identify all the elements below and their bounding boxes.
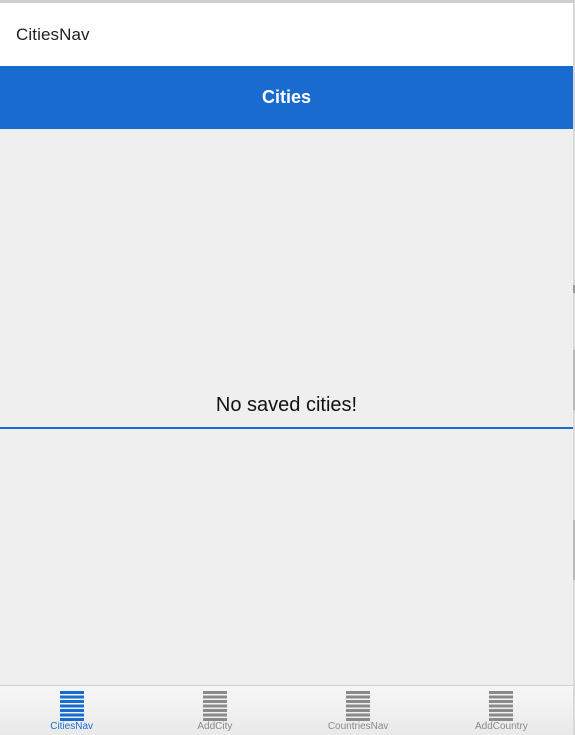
tab-label: CitiesNav: [50, 721, 94, 732]
list-icon: [489, 691, 514, 721]
top-bar-title: CitiesNav: [16, 25, 90, 44]
tab-label: AddCountry: [474, 721, 528, 732]
tab-label: CountriesNav: [327, 721, 389, 732]
list-icon: [202, 691, 227, 721]
tab-add-country[interactable]: AddCountry: [430, 686, 573, 735]
cities-content: No saved cities!: [0, 129, 573, 685]
tab-countries-nav[interactable]: CountriesNav: [287, 686, 430, 735]
header-title: Cities: [261, 87, 312, 107]
list-icon: [346, 691, 371, 721]
top-navigation-bar: CitiesNav: [0, 3, 573, 67]
bottom-tab-bar: CitiesNav AddCity CountriesNav AddCountr…: [0, 685, 573, 735]
tab-cities-nav[interactable]: CitiesNav: [0, 686, 143, 735]
cities-header: Cities: [0, 66, 573, 129]
list-icon: [59, 691, 84, 721]
tab-label: AddCity: [197, 721, 233, 732]
empty-state-message: No saved cities!: [215, 394, 358, 416]
tab-add-city[interactable]: AddCity: [143, 686, 286, 735]
app-window: CitiesNav Cities No saved cities! Cities…: [0, 0, 575, 735]
content-divider: [0, 427, 573, 429]
